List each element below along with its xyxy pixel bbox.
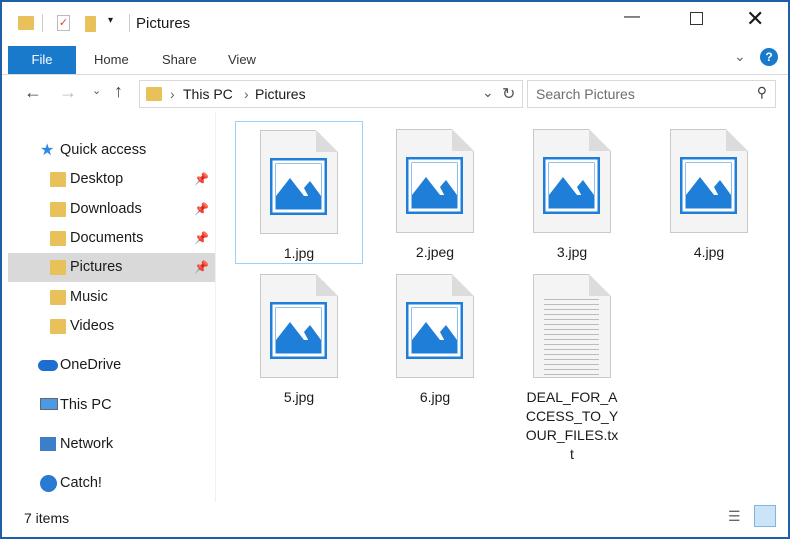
nav-videos[interactable]: Videos <box>8 312 215 341</box>
minimize-button[interactable]: — <box>624 8 640 26</box>
refresh-icon[interactable]: ↻ <box>502 84 515 104</box>
folder-icon <box>50 172 66 187</box>
close-button[interactable]: ✕ <box>746 6 764 32</box>
file-name: 4.jpg <box>693 244 725 260</box>
computer-icon <box>40 398 58 410</box>
large-icons-view-button[interactable] <box>754 505 776 527</box>
nav-quick-access[interactable]: ★ Quick access <box>8 136 215 165</box>
cloud-icon <box>38 360 58 371</box>
file-name: 2.jpeg <box>415 244 455 260</box>
search-input[interactable]: Search Pictures ⚲ <box>527 80 776 108</box>
forward-button[interactable]: → <box>59 82 77 103</box>
title-bar: ✓ ▾ Pictures — ✕ <box>2 2 788 42</box>
file-item[interactable]: 6.jpg <box>371 266 499 407</box>
address-dropdown-icon[interactable]: ⌄ <box>482 84 494 101</box>
nav-music[interactable]: Music <box>8 283 215 312</box>
address-bar[interactable]: › This PC › Pictures ⌄ ↻ <box>139 80 523 108</box>
breadcrumb-pictures[interactable]: Pictures <box>255 86 306 102</box>
pin-icon: 📌 <box>194 172 209 186</box>
nav-network[interactable]: Network <box>8 430 215 459</box>
new-folder-icon[interactable] <box>85 16 96 32</box>
back-button[interactable]: ← <box>24 82 42 103</box>
customize-toolbar-icon[interactable]: ▾ <box>108 15 113 26</box>
file-item[interactable]: 5.jpg <box>235 266 363 407</box>
window-title: Pictures <box>136 15 191 32</box>
nav-onedrive[interactable]: OneDrive <box>8 351 215 380</box>
tab-view[interactable]: View <box>214 46 270 74</box>
navigation-pane: ★ Quick access Desktop 📌 Downloads 📌 Docume… <box>8 112 215 502</box>
image-file-icon <box>533 129 611 233</box>
network-icon <box>40 437 56 451</box>
details-view-button[interactable]: ☰ <box>728 508 741 525</box>
file-item[interactable]: DEAL_FOR_ACCESS_TO_YOUR_FILES.txt <box>508 266 636 464</box>
tab-home[interactable]: Home <box>80 46 143 74</box>
nav-desktop[interactable]: Desktop 📌 <box>8 165 215 194</box>
file-name: 5.jpg <box>283 389 315 405</box>
catch-icon <box>40 475 57 492</box>
videos-folder-icon <box>50 319 66 334</box>
nav-documents[interactable]: Documents 📌 <box>8 224 215 253</box>
maximize-button[interactable] <box>690 12 703 25</box>
image-file-icon <box>670 129 748 233</box>
file-item[interactable]: 2.jpeg <box>371 121 499 262</box>
expand-ribbon-icon[interactable]: ⌄ <box>734 48 746 65</box>
pictures-folder-icon <box>50 260 66 275</box>
help-icon[interactable]: ? <box>760 48 778 66</box>
tab-share[interactable]: Share <box>148 46 211 74</box>
tab-file[interactable]: File <box>8 46 76 74</box>
properties-icon[interactable]: ✓ <box>57 15 70 31</box>
file-item[interactable]: 4.jpg <box>645 121 773 262</box>
search-icon: ⚲ <box>756 84 767 100</box>
nav-this-pc[interactable]: This PC <box>8 391 215 420</box>
pin-icon: 📌 <box>194 231 209 245</box>
music-folder-icon <box>50 290 66 305</box>
image-file-icon <box>396 129 474 233</box>
nav-pictures[interactable]: Pictures 📌 <box>8 253 215 282</box>
pictures-folder-icon <box>18 16 34 30</box>
status-item-count: 7 items <box>24 510 70 526</box>
downloads-folder-icon <box>50 202 66 217</box>
recent-locations-icon[interactable]: ⌄ <box>92 84 101 97</box>
up-button[interactable]: ↑ <box>114 81 123 102</box>
explorer-window: ✓ ▾ Pictures — ✕ File Home Share View ⌄ … <box>2 2 788 537</box>
nav-catch[interactable]: Catch! <box>8 469 215 498</box>
file-name: 1.jpg <box>283 245 315 261</box>
file-item[interactable]: 3.jpg <box>508 121 636 262</box>
pin-icon: 📌 <box>194 202 209 216</box>
image-file-icon <box>260 130 338 234</box>
file-item[interactable]: 1.jpg <box>235 121 363 264</box>
pictures-folder-icon <box>146 87 162 101</box>
documents-folder-icon <box>50 231 66 246</box>
breadcrumb-this-pc[interactable]: This PC <box>183 86 233 102</box>
image-file-icon <box>260 274 338 378</box>
search-placeholder: Search Pictures <box>536 86 635 102</box>
nav-downloads[interactable]: Downloads 📌 <box>8 195 215 224</box>
file-name: DEAL_FOR_ACCESS_TO_YOUR_FILES.txt <box>525 389 619 462</box>
text-file-icon <box>533 274 611 378</box>
image-file-icon <box>396 274 474 378</box>
file-name: 6.jpg <box>419 389 451 405</box>
file-name: 3.jpg <box>556 244 588 260</box>
star-icon: ★ <box>40 142 55 159</box>
pin-icon: 📌 <box>194 260 209 274</box>
